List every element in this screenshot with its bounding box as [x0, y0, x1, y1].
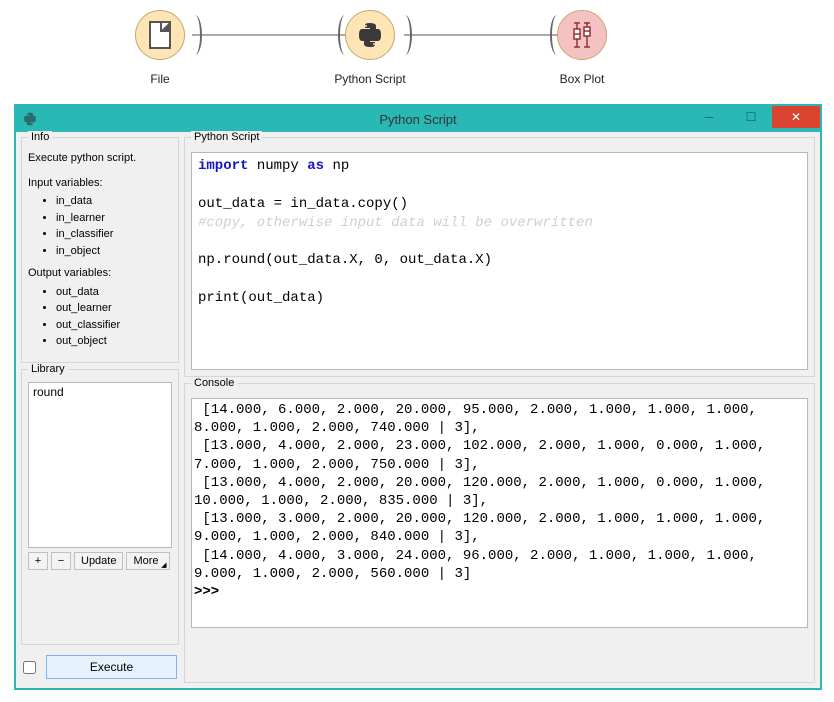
library-add-button[interactable]: +: [28, 552, 48, 570]
left-column: Info Execute python script. Input variab…: [21, 137, 179, 683]
info-input-var: in_classifier: [56, 226, 172, 243]
info-output-label: Output variables:: [28, 265, 172, 282]
library-listbox[interactable]: round: [28, 382, 172, 548]
titlebar[interactable]: Python Script ─ ☐ ✕: [16, 106, 820, 132]
info-output-var: out_data: [56, 284, 172, 301]
app-icon: [22, 111, 38, 127]
info-body: Execute python script. Input variables: …: [28, 150, 172, 350]
library-button-row: + − Update More◢: [28, 552, 172, 570]
console-group: Console [14.000, 6.000, 2.000, 20.000, 9…: [184, 383, 815, 683]
info-output-var: out_classifier: [56, 317, 172, 334]
info-output-var: out_object: [56, 333, 172, 350]
info-legend: Info: [28, 131, 52, 143]
info-output-list: out_data out_learner out_classifier out_…: [56, 284, 172, 350]
right-column: Python Script import numpy as np out_dat…: [184, 137, 815, 683]
info-desc: Execute python script.: [28, 150, 172, 167]
info-input-var: in_object: [56, 243, 172, 260]
execute-row: Execute: [21, 651, 179, 683]
library-item[interactable]: round: [30, 384, 170, 400]
node-script-label: Python Script: [334, 72, 405, 86]
auto-execute-checkbox[interactable]: [23, 661, 36, 674]
script-legend: Python Script: [191, 131, 262, 143]
workflow-canvas[interactable]: File Python Script: [0, 0, 834, 100]
info-input-label: Input variables:: [28, 175, 172, 192]
info-input-var: in_data: [56, 193, 172, 210]
python-icon: [355, 20, 385, 50]
info-input-list: in_data in_learner in_classifier in_obje…: [56, 193, 172, 259]
maximize-button[interactable]: ☐: [730, 106, 772, 128]
window-body: Info Execute python script. Input variab…: [16, 132, 820, 688]
close-button[interactable]: ✕: [772, 106, 820, 128]
minimize-button[interactable]: ─: [688, 106, 730, 128]
script-group: Python Script import numpy as np out_dat…: [184, 137, 815, 377]
execute-button[interactable]: Execute: [46, 655, 177, 679]
console-legend: Console: [191, 377, 237, 389]
python-script-window: Python Script ─ ☐ ✕ Info Execute python …: [14, 104, 822, 690]
console-output[interactable]: [14.000, 6.000, 2.000, 20.000, 95.000, 2…: [191, 398, 808, 628]
info-output-var: out_learner: [56, 300, 172, 317]
file-icon: [149, 21, 171, 49]
node-boxplot-label: Box Plot: [560, 72, 605, 86]
library-remove-button[interactable]: −: [51, 552, 71, 570]
node-box-plot[interactable]: Box Plot: [532, 10, 632, 86]
library-legend: Library: [28, 363, 68, 375]
info-input-var: in_learner: [56, 210, 172, 227]
library-group: Library round + − Update More◢: [21, 369, 179, 646]
info-group: Info Execute python script. Input variab…: [21, 137, 179, 363]
boxplot-icon: [566, 19, 598, 51]
library-update-button[interactable]: Update: [74, 552, 123, 570]
library-more-button[interactable]: More◢: [126, 552, 169, 570]
node-file-label: File: [150, 72, 169, 86]
script-editor[interactable]: import numpy as np out_data = in_data.co…: [191, 152, 808, 370]
